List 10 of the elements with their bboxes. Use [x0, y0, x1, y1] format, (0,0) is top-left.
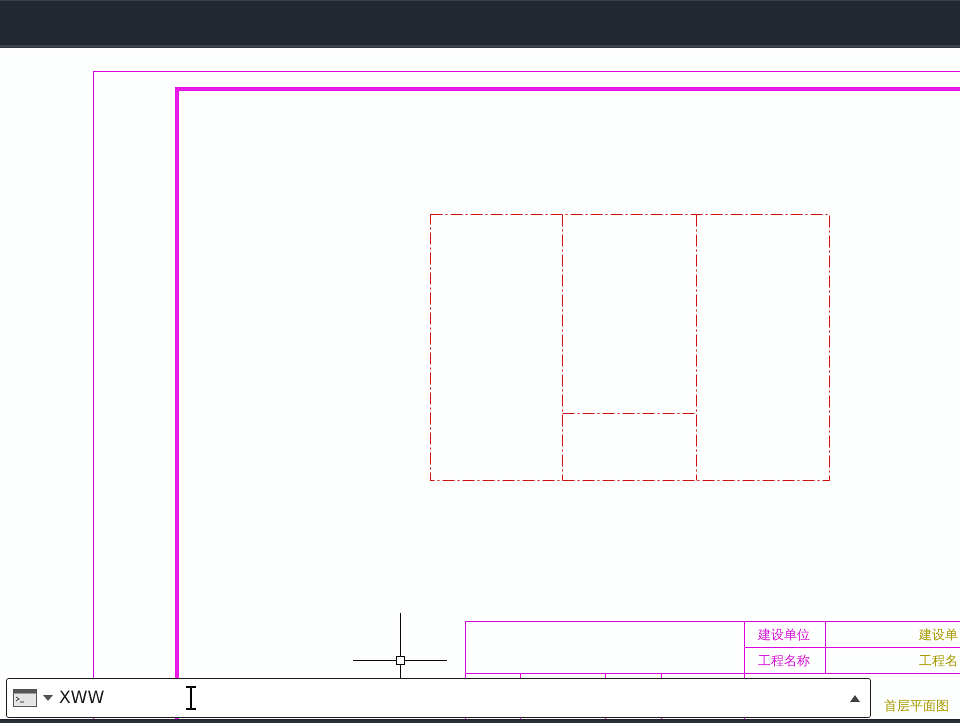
title-block-value: 建设单	[919, 628, 958, 643]
text-cursor-icon	[185, 686, 197, 710]
caret-icon[interactable]	[43, 695, 53, 701]
command-input[interactable]: XWW	[59, 688, 159, 708]
title-block-label: 建设单位	[758, 628, 810, 643]
title-block-value: 工程名	[919, 654, 958, 669]
terminal-icon	[13, 689, 37, 707]
drawing-name: 首层平面图	[884, 699, 949, 714]
title-block-label: 工程名称	[758, 654, 810, 669]
expand-up-icon[interactable]	[850, 694, 860, 702]
